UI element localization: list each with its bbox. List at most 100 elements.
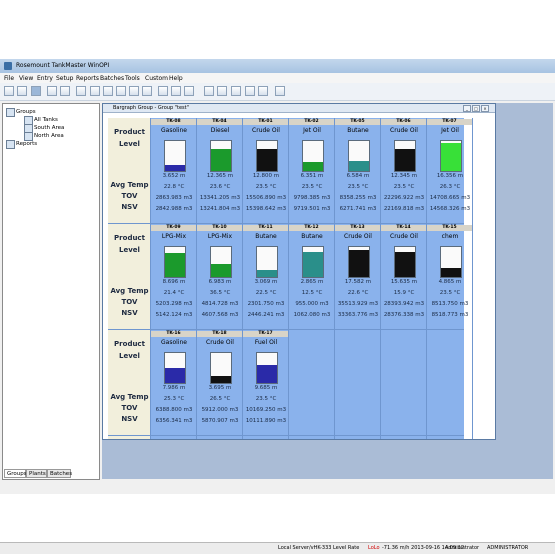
tree-node-north-area[interactable]: North Area (34, 133, 64, 139)
tank-cell[interactable]: TK-10 LPG-Mix 6.983 m 36.5 °C 4814.728 m3 460… (197, 224, 243, 330)
alarm-icon[interactable] (129, 86, 139, 96)
column-divider (196, 118, 197, 439)
tank-cell[interactable]: TK-16 Gasoline 7.986 m 25.3 °C 6388.800 m3 63… (151, 330, 197, 436)
tank-product: Gasoline (161, 339, 187, 346)
tank-cell[interactable]: TK-04 Diesel 12.365 m 23.6 °C 13341.205 m3 13… (197, 118, 243, 224)
calc-icon[interactable] (231, 86, 241, 96)
export-icon[interactable] (258, 86, 268, 96)
tank-level-fill (211, 148, 231, 171)
tab-batches[interactable]: Batches (47, 469, 72, 478)
tank-tov: 8513.750 m3 (431, 301, 469, 307)
tank-nsv: 22169.818 m3 (383, 206, 425, 212)
tank-product: Butane (301, 233, 323, 240)
log-icon[interactable] (217, 86, 227, 96)
tank-cell[interactable]: TK-15 chem 4.865 m 23.5 °C 8513.750 m3 8518.7… (427, 224, 473, 330)
tank-tov: 15506.890 m3 (245, 195, 287, 201)
menu-setup[interactable]: Setup (56, 75, 73, 82)
tank-cell[interactable]: TK-11 Butane 3.069 m 22.5 °C 2301.750 m3 2446… (243, 224, 289, 330)
tank-tov: 955.000 m3 (295, 301, 329, 307)
tank-level-value: 3.069 m (254, 279, 278, 285)
tree-node-south-area[interactable]: South Area (34, 125, 64, 131)
tank-cell[interactable]: TK-09 LPG-Mix 8.696 m 21.4 °C 5203.298 m3 514… (151, 224, 197, 330)
row-label-tov: TOV (121, 192, 138, 200)
tank-level-graphic (210, 246, 232, 278)
tank-cell[interactable]: TK-12 Butane 2.865 m 12.5 °C 955.000 m3 1062.… (289, 224, 335, 330)
menu-batches[interactable]: Batches (100, 75, 124, 82)
menu-file[interactable]: File (4, 75, 14, 82)
menu-custom[interactable]: Custom (145, 75, 168, 82)
tank-level-fill (211, 263, 231, 277)
tank-nsv: 2446.241 m3 (247, 312, 285, 318)
monitor-icon[interactable] (204, 86, 214, 96)
save-icon[interactable] (17, 86, 27, 96)
row-label-product: Product (114, 128, 145, 136)
tank-cell[interactable]: TK-02 Jet Oil 6.351 m 23.5 °C 9798.385 m3 971… (289, 118, 335, 224)
tank-level-fill (441, 268, 461, 277)
tank-tov: 4814.728 m3 (201, 301, 239, 307)
minimize-button[interactable]: _ (463, 105, 471, 112)
help-icon[interactable] (275, 86, 285, 96)
tank-nsv: 33363.776 m3 (337, 312, 379, 318)
tank-id: TK-16 (151, 331, 197, 337)
batch-icon[interactable] (158, 86, 168, 96)
tank-cell[interactable]: TK-08 Gasoline 3.652 m 22.8 °C 2863.983 m3 28… (151, 118, 197, 224)
tank-cell[interactable]: TK-07 Jet Oil 16.356 m 26.3 °C 14708.665 m3 1… (427, 118, 473, 224)
tank-cell[interactable]: TK-13 Crude Oil 17.582 m 22.6 °C 35513.929 m… (335, 224, 381, 330)
tank-view-icon[interactable] (47, 86, 57, 96)
table-icon[interactable] (103, 86, 113, 96)
tank-level-fill (165, 368, 185, 383)
tank-level-value: 12.345 m (390, 173, 418, 179)
tank-avg-temp: 15.9 °C (393, 290, 415, 296)
tank-id: TK-01 (243, 119, 289, 125)
config-icon[interactable] (171, 86, 181, 96)
tank-level-graphic (348, 246, 370, 278)
tab-groups[interactable]: Groups (4, 469, 27, 478)
bargraph-icon[interactable] (90, 86, 100, 96)
maximize-button[interactable]: □ (472, 105, 480, 112)
tank-tov: 14708.665 m3 (429, 195, 471, 201)
tank-cell[interactable]: TK-01 Crude Oil 12.800 m 23.5 °C 15506.890 m… (243, 118, 289, 224)
tank-product: Crude Oil (252, 127, 280, 134)
row-label-product: Product (114, 234, 145, 242)
tab-plants[interactable]: Plants (26, 469, 47, 478)
print-icon[interactable] (60, 86, 70, 96)
open-icon[interactable] (4, 86, 14, 96)
tank-cell[interactable]: TK-17 Fuel Oil 9.685 m 23.5 °C 10169.250 m3 1… (243, 330, 289, 436)
menu-entry[interactable]: Entry (37, 75, 53, 82)
tank-cell[interactable]: TK-14 Crude Oil 15.635 m 15.9 °C 28393.942 m… (381, 224, 427, 330)
doc-icon[interactable] (245, 86, 255, 96)
report-icon[interactable] (142, 86, 152, 96)
tree-node-reports[interactable]: Reports (16, 141, 37, 147)
column-divider (334, 118, 335, 439)
toolbar (0, 83, 555, 101)
tank-avg-temp: 23.5 °C (393, 184, 415, 190)
tank-cell[interactable]: TK-05 Butane 6.584 m 23.5 °C 8358.255 m3 6271… (335, 118, 381, 224)
menu-reports[interactable]: Reports (76, 75, 99, 82)
tank-level-value: 16.356 m (436, 173, 464, 179)
tank-level-value: 7.986 m (162, 385, 186, 391)
status-user: Administrator (445, 545, 480, 551)
tank-cell[interactable]: TK-06 Crude Oil 12.345 m 23.5 °C 22296.922 m… (381, 118, 427, 224)
bargraph-window-titlebar: Bargraph Group - Group "test" _ □ × (103, 104, 495, 113)
menu-help[interactable]: Help (169, 75, 183, 82)
row-label-nsv: NSV (121, 309, 138, 317)
menu-view[interactable]: View (19, 75, 33, 82)
tank-level-value: 6.983 m (208, 279, 232, 285)
column-divider (426, 118, 427, 439)
tank-product: Butane (255, 233, 277, 240)
group-view-icon[interactable] (76, 86, 86, 96)
tank-level-value: 8.696 m (162, 279, 186, 285)
tank-level-graphic (164, 246, 186, 278)
trend-icon[interactable] (116, 86, 126, 96)
tank-cell[interactable]: TK-18 Crude Oil 3.695 m 26.5 °C 5912.000 m3 5… (197, 330, 243, 436)
folder-icon (6, 108, 15, 117)
tank-level-value: 3.695 m (208, 385, 232, 391)
tank-avg-temp: 22.8 °C (163, 184, 185, 190)
tree-view-icon[interactable] (31, 86, 41, 96)
tree-node-groups[interactable]: Groups (16, 109, 36, 115)
info-icon[interactable] (184, 86, 194, 96)
tree-node-all-tanks[interactable]: All Tanks (34, 117, 58, 123)
menu-tools[interactable]: Tools (125, 75, 140, 82)
app-icon (4, 62, 12, 70)
close-button[interactable]: × (481, 105, 489, 112)
